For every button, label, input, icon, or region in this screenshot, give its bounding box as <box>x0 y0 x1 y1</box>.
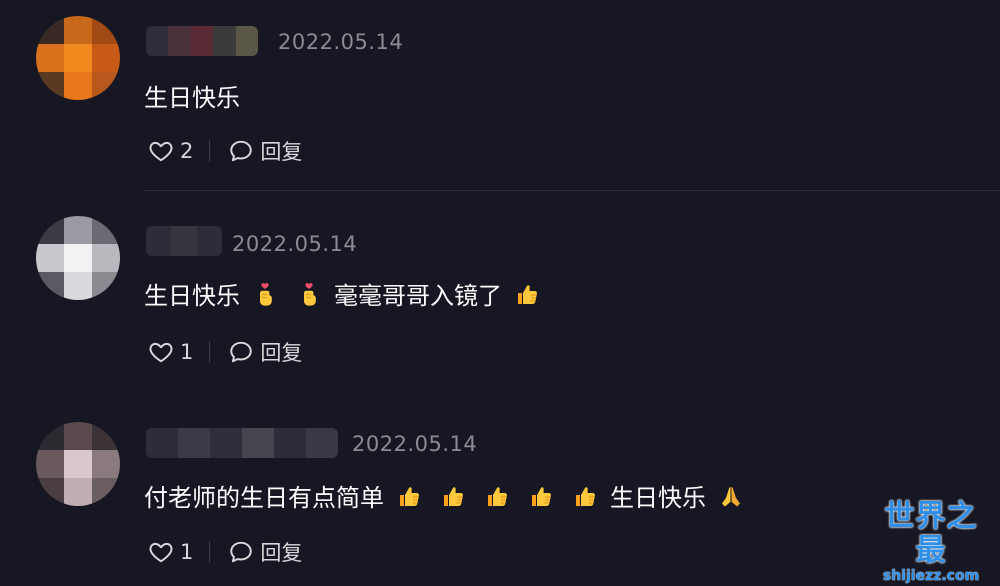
reply-button[interactable]: 回复 <box>228 136 302 166</box>
thumbs-up-emoji <box>528 483 554 509</box>
comment-date: 2022.05.14 <box>352 432 478 456</box>
comment-text: 生日快乐 <box>144 78 240 113</box>
comment-text-part: 生日快乐 <box>144 84 240 112</box>
reply-label: 回复 <box>260 140 303 164</box>
like-button[interactable]: 2 <box>148 138 193 164</box>
heart-icon <box>148 138 174 164</box>
like-button[interactable]: 1 <box>148 339 193 365</box>
avatar[interactable] <box>36 216 120 300</box>
comment-divider <box>144 190 1000 191</box>
reply-button[interactable]: 回复 <box>228 337 302 367</box>
speech-bubble-icon <box>228 539 254 565</box>
reply-label: 回复 <box>260 541 303 565</box>
thumbs-up-emoji <box>440 483 466 509</box>
finger-heart-emoji <box>252 281 278 307</box>
folded-hands-emoji <box>718 483 744 509</box>
comment-text-part: 付老师的生日有点简单 <box>144 484 384 512</box>
like-count: 1 <box>180 540 194 564</box>
username-blurred[interactable] <box>146 26 258 56</box>
reply-button[interactable]: 回复 <box>228 537 302 567</box>
action-separator <box>209 541 211 563</box>
comment-text-part: 生日快乐 <box>144 282 240 310</box>
thumbs-up-emoji <box>572 483 598 509</box>
comment-date: 2022.05.14 <box>278 30 404 54</box>
thumbs-up-emoji <box>396 483 422 509</box>
avatar[interactable] <box>36 422 120 506</box>
comment-actions: 2 回复 <box>148 136 302 166</box>
like-button[interactable]: 1 <box>148 539 193 565</box>
heart-icon <box>148 539 174 565</box>
finger-heart-emoji <box>296 281 322 307</box>
thumbs-up-emoji <box>484 483 510 509</box>
site-watermark: 世界之最 shijiezz.com <box>870 499 992 585</box>
watermark-title: 世界之最 <box>884 499 978 568</box>
like-count: 2 <box>180 139 194 163</box>
username-blurred[interactable] <box>146 226 222 256</box>
comment-text: 付老师的生日有点简单 生日快乐 <box>144 478 750 513</box>
like-count: 1 <box>180 340 194 364</box>
action-separator <box>209 140 211 162</box>
action-separator <box>209 341 211 363</box>
username-blurred[interactable] <box>146 428 338 458</box>
comment-actions: 1 回复 <box>148 337 302 367</box>
speech-bubble-icon <box>228 138 254 164</box>
comment-date: 2022.05.14 <box>232 232 358 256</box>
avatar[interactable] <box>36 16 120 100</box>
comment-text-part: 生日快乐 <box>610 484 706 512</box>
watermark-url: shijiezz.com <box>882 568 980 584</box>
comment-text: 生日快乐 毫毫哥哥入镜了 <box>144 276 546 311</box>
speech-bubble-icon <box>228 339 254 365</box>
reply-label: 回复 <box>260 341 303 365</box>
thumbs-up-emoji <box>514 281 540 307</box>
heart-icon <box>148 339 174 365</box>
comment-text-part: 毫毫哥哥入镜了 <box>334 282 502 310</box>
comment-actions: 1 回复 <box>148 537 302 567</box>
